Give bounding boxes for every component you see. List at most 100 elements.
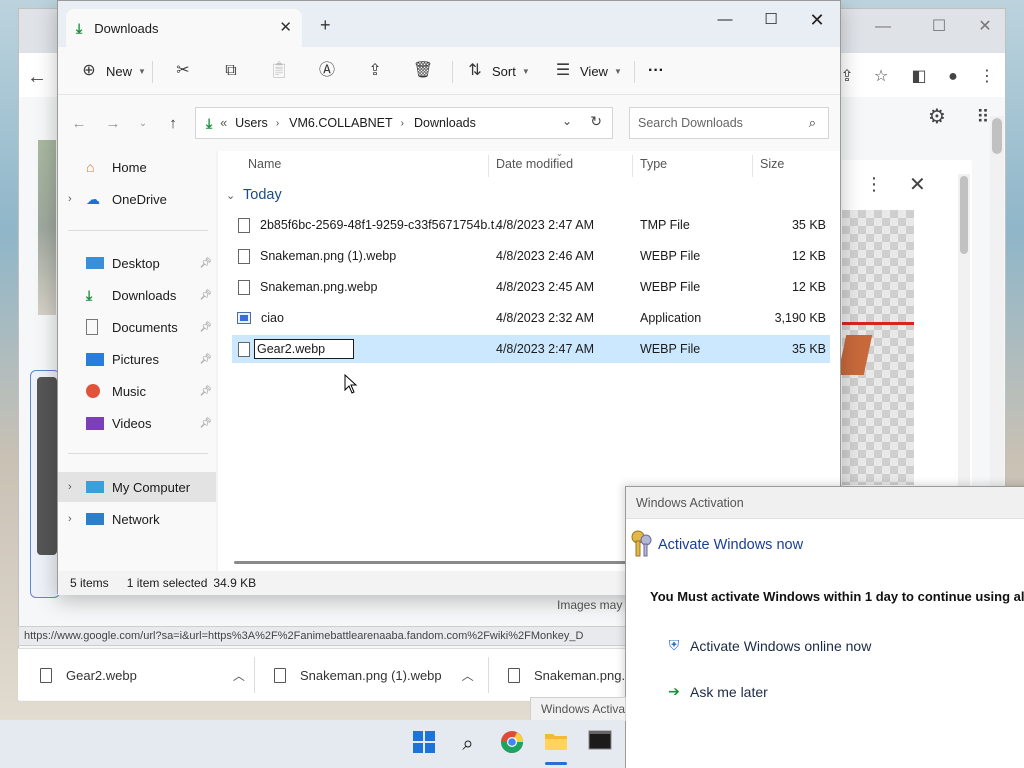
- column-header-name[interactable]: Name: [248, 157, 281, 171]
- paste-button[interactable]: 📋︎: [268, 59, 290, 83]
- breadcrumb-user[interactable]: VM6.COLLABNET: [289, 116, 393, 130]
- image-card[interactable]: [30, 370, 60, 598]
- browser-maximize-button[interactable]: ☐: [925, 17, 953, 37]
- start-button[interactable]: [410, 730, 438, 758]
- back-arrow-icon[interactable]: ←: [68, 113, 90, 135]
- pin-icon[interactable]: 📌︎: [199, 418, 212, 429]
- more-options-icon[interactable]: ⋮: [865, 174, 883, 195]
- file-row-selected[interactable]: Gear2.webp 4/8/2023 2:47 AM WEBP File 35…: [232, 335, 830, 363]
- file-explorer-taskbar-icon[interactable]: [542, 730, 570, 758]
- breadcrumb-overflow[interactable]: «: [220, 116, 227, 130]
- address-bar[interactable]: ⤓ « Users › VM6.COLLABNET › Downloads ⌄ …: [195, 107, 613, 139]
- view-button[interactable]: ☰ View ▼: [552, 59, 622, 83]
- download-name: Snakeman.png.v: [534, 667, 632, 683]
- profile-icon[interactable]: ●: [941, 65, 965, 89]
- activate-online-option[interactable]: ⛨ Activate Windows online now: [666, 637, 872, 654]
- download-icon: ⤓: [86, 287, 93, 303]
- image-thumbnail[interactable]: [38, 140, 56, 315]
- breadcrumb-downloads[interactable]: Downloads: [414, 116, 476, 130]
- file-row[interactable]: Snakeman.png.webp 4/8/2023 2:45 AM WEBP …: [232, 273, 830, 301]
- chevron-right-icon[interactable]: ›: [68, 193, 86, 205]
- sidebar-item-music[interactable]: Music 📌︎: [58, 376, 216, 406]
- minimize-button[interactable]: —: [702, 5, 748, 35]
- rename-button[interactable]: Ⓐ: [316, 59, 338, 83]
- close-tab-icon[interactable]: ✕: [279, 18, 292, 36]
- column-header-type[interactable]: Type: [640, 157, 667, 171]
- browser-close-button[interactable]: ✕: [971, 17, 999, 37]
- download-item[interactable]: Gear2.webp ︿: [40, 649, 245, 701]
- download-item[interactable]: Snakeman.png (1).webp ︿: [274, 649, 474, 701]
- panel-scrollbar[interactable]: [958, 174, 970, 486]
- settings-gear-icon[interactable]: ⚙: [925, 105, 949, 129]
- cut-button[interactable]: ✂: [172, 59, 194, 83]
- rename-input[interactable]: Gear2.webp: [254, 339, 354, 359]
- browser-minimize-button[interactable]: —: [869, 17, 897, 37]
- more-options-button[interactable]: ···: [648, 59, 664, 83]
- chevron-down-icon[interactable]: ⌄: [562, 114, 572, 128]
- pin-icon[interactable]: 📌︎: [199, 322, 212, 333]
- sidebar-item-network[interactable]: › Network: [58, 504, 216, 534]
- recent-locations-chevron-icon[interactable]: ⌄: [132, 113, 154, 135]
- search-input[interactable]: Search Downloads ⌕: [629, 107, 829, 139]
- file-row[interactable]: 2b85f6bc-2569-48f1-9259-c33f5671754b.t..…: [232, 211, 830, 239]
- pin-icon[interactable]: 📌︎: [199, 354, 212, 365]
- home-icon: ⌂: [86, 159, 95, 175]
- sidebar-item-home[interactable]: ⌂ Home: [58, 152, 216, 182]
- share-button[interactable]: ⇪: [364, 59, 386, 83]
- group-header-today[interactable]: ⌄ Today: [226, 187, 282, 203]
- search-icon[interactable]: ⌕: [454, 730, 482, 758]
- chevron-down-icon: ⌄: [226, 190, 236, 202]
- refresh-icon[interactable]: ↻: [590, 113, 602, 130]
- sort-button[interactable]: ⇅ Sort ▼: [464, 59, 530, 83]
- sidepanel-icon[interactable]: ◧: [907, 65, 931, 89]
- chevron-right-icon[interactable]: ›: [68, 481, 86, 493]
- back-arrow-icon[interactable]: ←: [25, 65, 49, 89]
- column-header-date[interactable]: Date modified: [496, 157, 573, 171]
- file-row[interactable]: ciao 4/8/2023 2:32 AM Application 3,190 …: [232, 304, 830, 332]
- up-arrow-icon[interactable]: ↑: [162, 113, 184, 135]
- close-panel-icon[interactable]: ✕: [909, 172, 926, 197]
- terminal-taskbar-icon[interactable]: [586, 730, 614, 758]
- delete-button[interactable]: 🗑︎: [412, 59, 434, 83]
- sidebar-item-label: Downloads: [112, 287, 177, 303]
- chevron-right-icon[interactable]: ›: [68, 513, 86, 525]
- chrome-icon: [501, 731, 523, 753]
- pin-icon[interactable]: 📌︎: [199, 290, 212, 301]
- file-row[interactable]: Snakeman.png (1).webp 4/8/2023 2:46 AM W…: [232, 242, 830, 270]
- sidebar-item-onedrive[interactable]: › ☁ OneDrive: [58, 184, 216, 214]
- close-button[interactable]: ✕: [794, 5, 840, 35]
- sidebar-item-documents[interactable]: Documents 📌︎: [58, 312, 216, 342]
- chevron-right-icon[interactable]: ›: [276, 118, 279, 129]
- chevron-up-icon[interactable]: ︿: [462, 667, 474, 684]
- download-item[interactable]: Snakeman.png.v: [508, 649, 632, 701]
- chevron-up-icon[interactable]: ︿: [233, 667, 245, 684]
- sidebar-item-my-computer[interactable]: › My Computer: [58, 472, 216, 502]
- new-tab-button[interactable]: +: [320, 15, 331, 36]
- taskbar-preview-label[interactable]: Windows Activa: [530, 697, 626, 721]
- bookmark-star-icon[interactable]: ☆: [869, 65, 893, 89]
- sidebar-item-videos[interactable]: Videos 📌︎: [58, 408, 216, 438]
- shield-icon: ⛨: [668, 637, 680, 653]
- pin-icon[interactable]: 📌︎: [199, 386, 212, 397]
- chevron-down-icon: ▼: [521, 66, 530, 76]
- tab-downloads[interactable]: ⤓ Downloads ✕: [66, 9, 302, 47]
- column-header-size[interactable]: Size: [760, 157, 784, 171]
- horizontal-scrollbar[interactable]: [234, 561, 654, 564]
- breadcrumb-users[interactable]: Users: [235, 116, 268, 130]
- forward-arrow-icon[interactable]: →: [102, 113, 124, 135]
- terminal-icon: [588, 730, 612, 750]
- ask-later-option[interactable]: ➔ Ask me later: [666, 683, 768, 700]
- file-type: TMP File: [640, 218, 690, 232]
- new-button[interactable]: ⊕ New ▼: [78, 59, 146, 83]
- chevron-right-icon[interactable]: ›: [401, 118, 404, 129]
- sidebar-item-downloads[interactable]: ⤓ Downloads 📌︎: [58, 280, 216, 310]
- chrome-taskbar-icon[interactable]: [498, 730, 526, 758]
- file-icon: [40, 667, 52, 683]
- windows-logo-icon: [413, 731, 435, 753]
- sidebar-item-desktop[interactable]: Desktop 📌︎: [58, 248, 216, 278]
- pin-icon[interactable]: 📌︎: [199, 258, 212, 269]
- copy-button[interactable]: ⧉: [220, 59, 242, 83]
- maximize-button[interactable]: ☐: [748, 5, 794, 35]
- browser-menu-icon[interactable]: ⋮: [975, 65, 999, 89]
- sidebar-item-pictures[interactable]: Pictures 📌︎: [58, 344, 216, 374]
